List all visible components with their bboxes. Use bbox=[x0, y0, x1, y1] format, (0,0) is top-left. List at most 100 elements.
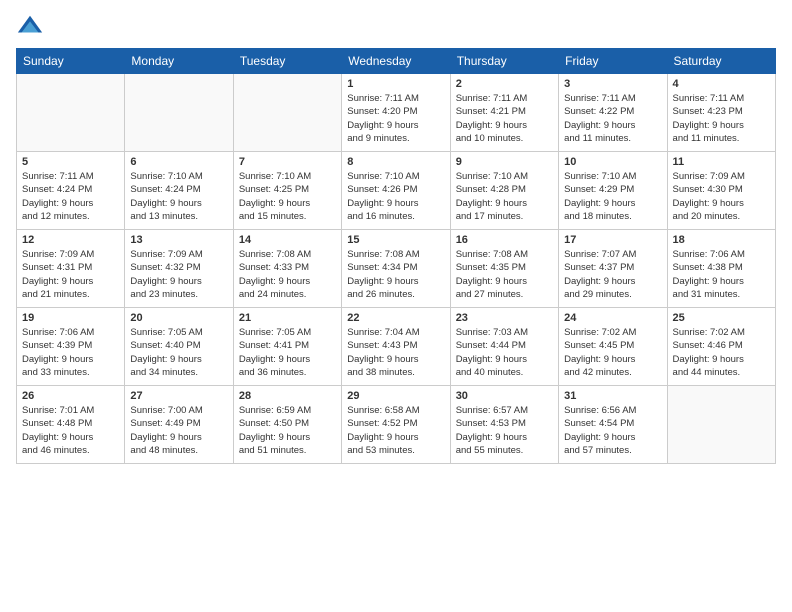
day-number: 19 bbox=[22, 312, 119, 324]
calendar-cell: 29 Sunrise: 6:58 AM Sunset: 4:52 PM Dayli… bbox=[342, 386, 450, 464]
logo-icon bbox=[16, 12, 44, 40]
day-number: 13 bbox=[130, 234, 227, 246]
day-info: Sunrise: 7:11 AM Sunset: 4:24 PM Dayligh… bbox=[22, 170, 119, 223]
calendar-cell: 23 Sunrise: 7:03 AM Sunset: 4:44 PM Dayli… bbox=[450, 308, 558, 386]
calendar-cell: 19 Sunrise: 7:06 AM Sunset: 4:39 PM Dayli… bbox=[17, 308, 125, 386]
day-number: 9 bbox=[456, 156, 553, 168]
day-number: 20 bbox=[130, 312, 227, 324]
day-number: 21 bbox=[239, 312, 336, 324]
calendar-cell: 15 Sunrise: 7:08 AM Sunset: 4:34 PM Dayli… bbox=[342, 230, 450, 308]
calendar-cell: 2 Sunrise: 7:11 AM Sunset: 4:21 PM Daylig… bbox=[450, 74, 558, 152]
calendar-cell: 5 Sunrise: 7:11 AM Sunset: 4:24 PM Daylig… bbox=[17, 152, 125, 230]
calendar-cell: 4Sunrise: 7:11 AM Sunset: 4:23 PM Daylig… bbox=[667, 74, 775, 152]
week-row-4: 19 Sunrise: 7:06 AM Sunset: 4:39 PM Dayli… bbox=[17, 308, 776, 386]
day-number: 31 bbox=[564, 390, 661, 402]
day-info: Sunrise: 7:09 AM Sunset: 4:32 PM Dayligh… bbox=[130, 248, 227, 301]
day-number: 1 bbox=[347, 78, 444, 90]
calendar-cell: 26Sunrise: 7:01 AM Sunset: 4:48 PM Dayli… bbox=[17, 386, 125, 464]
day-info: Sunrise: 7:08 AM Sunset: 4:35 PM Dayligh… bbox=[456, 248, 553, 301]
day-info: Sunrise: 7:06 AM Sunset: 4:39 PM Dayligh… bbox=[22, 326, 119, 379]
header-day-tuesday: Tuesday bbox=[233, 49, 341, 74]
calendar-cell: 9 Sunrise: 7:10 AM Sunset: 4:28 PM Daylig… bbox=[450, 152, 558, 230]
week-row-3: 12 Sunrise: 7:09 AM Sunset: 4:31 PM Dayli… bbox=[17, 230, 776, 308]
day-info: Sunrise: 7:08 AM Sunset: 4:33 PM Dayligh… bbox=[239, 248, 336, 301]
day-info: Sunrise: 7:10 AM Sunset: 4:28 PM Dayligh… bbox=[456, 170, 553, 223]
day-info: Sunrise: 7:11 AM Sunset: 4:20 PM Dayligh… bbox=[347, 92, 444, 145]
day-number: 18 bbox=[673, 234, 770, 246]
calendar-cell: 3 Sunrise: 7:11 AM Sunset: 4:22 PM Daylig… bbox=[559, 74, 667, 152]
day-info: Sunrise: 7:05 AM Sunset: 4:41 PM Dayligh… bbox=[239, 326, 336, 379]
day-number: 29 bbox=[347, 390, 444, 402]
day-info: Sunrise: 7:05 AM Sunset: 4:40 PM Dayligh… bbox=[130, 326, 227, 379]
day-info: Sunrise: 7:10 AM Sunset: 4:25 PM Dayligh… bbox=[239, 170, 336, 223]
day-info: Sunrise: 7:10 AM Sunset: 4:26 PM Dayligh… bbox=[347, 170, 444, 223]
calendar-cell bbox=[233, 74, 341, 152]
day-info: Sunrise: 7:04 AM Sunset: 4:43 PM Dayligh… bbox=[347, 326, 444, 379]
day-info: Sunrise: 7:09 AM Sunset: 4:30 PM Dayligh… bbox=[673, 170, 770, 223]
day-number: 11 bbox=[673, 156, 770, 168]
day-number: 7 bbox=[239, 156, 336, 168]
day-number: 15 bbox=[347, 234, 444, 246]
calendar: SundayMondayTuesdayWednesdayThursdayFrid… bbox=[16, 48, 776, 464]
day-info: Sunrise: 7:08 AM Sunset: 4:34 PM Dayligh… bbox=[347, 248, 444, 301]
day-info: Sunrise: 7:06 AM Sunset: 4:38 PM Dayligh… bbox=[673, 248, 770, 301]
day-number: 23 bbox=[456, 312, 553, 324]
calendar-cell bbox=[667, 386, 775, 464]
day-info: Sunrise: 6:57 AM Sunset: 4:53 PM Dayligh… bbox=[456, 404, 553, 457]
calendar-cell: 16 Sunrise: 7:08 AM Sunset: 4:35 PM Dayli… bbox=[450, 230, 558, 308]
header bbox=[16, 12, 776, 40]
day-number: 30 bbox=[456, 390, 553, 402]
day-number: 25 bbox=[673, 312, 770, 324]
day-number: 26 bbox=[22, 390, 119, 402]
day-number: 27 bbox=[130, 390, 227, 402]
header-day-wednesday: Wednesday bbox=[342, 49, 450, 74]
calendar-cell: 22 Sunrise: 7:04 AM Sunset: 4:43 PM Dayli… bbox=[342, 308, 450, 386]
day-number: 14 bbox=[239, 234, 336, 246]
day-number: 8 bbox=[347, 156, 444, 168]
day-info: Sunrise: 7:11 AM Sunset: 4:22 PM Dayligh… bbox=[564, 92, 661, 145]
calendar-cell: 27 Sunrise: 7:00 AM Sunset: 4:49 PM Dayli… bbox=[125, 386, 233, 464]
calendar-cell: 10 Sunrise: 7:10 AM Sunset: 4:29 PM Dayli… bbox=[559, 152, 667, 230]
day-info: Sunrise: 7:02 AM Sunset: 4:46 PM Dayligh… bbox=[673, 326, 770, 379]
page: SundayMondayTuesdayWednesdayThursdayFrid… bbox=[0, 0, 792, 612]
day-number: 2 bbox=[456, 78, 553, 90]
day-number: 17 bbox=[564, 234, 661, 246]
calendar-cell: 17Sunrise: 7:07 AM Sunset: 4:37 PM Dayli… bbox=[559, 230, 667, 308]
calendar-cell: 11 Sunrise: 7:09 AM Sunset: 4:30 PM Dayli… bbox=[667, 152, 775, 230]
calendar-cell: 7 Sunrise: 7:10 AM Sunset: 4:25 PM Daylig… bbox=[233, 152, 341, 230]
day-info: Sunrise: 6:58 AM Sunset: 4:52 PM Dayligh… bbox=[347, 404, 444, 457]
calendar-cell: 18 Sunrise: 7:06 AM Sunset: 4:38 PM Dayli… bbox=[667, 230, 775, 308]
day-number: 24 bbox=[564, 312, 661, 324]
day-info: Sunrise: 7:03 AM Sunset: 4:44 PM Dayligh… bbox=[456, 326, 553, 379]
day-number: 12 bbox=[22, 234, 119, 246]
day-info: Sunrise: 7:11 AM Sunset: 4:23 PM Dayligh… bbox=[673, 92, 770, 145]
header-day-friday: Friday bbox=[559, 49, 667, 74]
header-day-monday: Monday bbox=[125, 49, 233, 74]
day-info: Sunrise: 7:00 AM Sunset: 4:49 PM Dayligh… bbox=[130, 404, 227, 457]
header-day-thursday: Thursday bbox=[450, 49, 558, 74]
header-day-sunday: Sunday bbox=[17, 49, 125, 74]
day-info: Sunrise: 6:56 AM Sunset: 4:54 PM Dayligh… bbox=[564, 404, 661, 457]
day-info: Sunrise: 7:09 AM Sunset: 4:31 PM Dayligh… bbox=[22, 248, 119, 301]
day-number: 28 bbox=[239, 390, 336, 402]
day-number: 3 bbox=[564, 78, 661, 90]
day-number: 22 bbox=[347, 312, 444, 324]
calendar-cell: 12 Sunrise: 7:09 AM Sunset: 4:31 PM Dayli… bbox=[17, 230, 125, 308]
week-row-1: 1 Sunrise: 7:11 AM Sunset: 4:20 PM Daylig… bbox=[17, 74, 776, 152]
day-number: 10 bbox=[564, 156, 661, 168]
calendar-cell: 1 Sunrise: 7:11 AM Sunset: 4:20 PM Daylig… bbox=[342, 74, 450, 152]
calendar-cell: 6Sunrise: 7:10 AM Sunset: 4:24 PM Daylig… bbox=[125, 152, 233, 230]
day-number: 16 bbox=[456, 234, 553, 246]
day-info: Sunrise: 7:02 AM Sunset: 4:45 PM Dayligh… bbox=[564, 326, 661, 379]
calendar-cell: 31 Sunrise: 6:56 AM Sunset: 4:54 PM Dayli… bbox=[559, 386, 667, 464]
day-info: Sunrise: 7:10 AM Sunset: 4:29 PM Dayligh… bbox=[564, 170, 661, 223]
week-row-2: 5 Sunrise: 7:11 AM Sunset: 4:24 PM Daylig… bbox=[17, 152, 776, 230]
calendar-cell: 28 Sunrise: 6:59 AM Sunset: 4:50 PM Dayli… bbox=[233, 386, 341, 464]
day-info: Sunrise: 7:11 AM Sunset: 4:21 PM Dayligh… bbox=[456, 92, 553, 145]
calendar-cell: 13 Sunrise: 7:09 AM Sunset: 4:32 PM Dayli… bbox=[125, 230, 233, 308]
day-number: 5 bbox=[22, 156, 119, 168]
day-info: Sunrise: 6:59 AM Sunset: 4:50 PM Dayligh… bbox=[239, 404, 336, 457]
calendar-cell: 24 Sunrise: 7:02 AM Sunset: 4:45 PM Dayli… bbox=[559, 308, 667, 386]
calendar-cell: 30 Sunrise: 6:57 AM Sunset: 4:53 PM Dayli… bbox=[450, 386, 558, 464]
calendar-cell: 8 Sunrise: 7:10 AM Sunset: 4:26 PM Daylig… bbox=[342, 152, 450, 230]
